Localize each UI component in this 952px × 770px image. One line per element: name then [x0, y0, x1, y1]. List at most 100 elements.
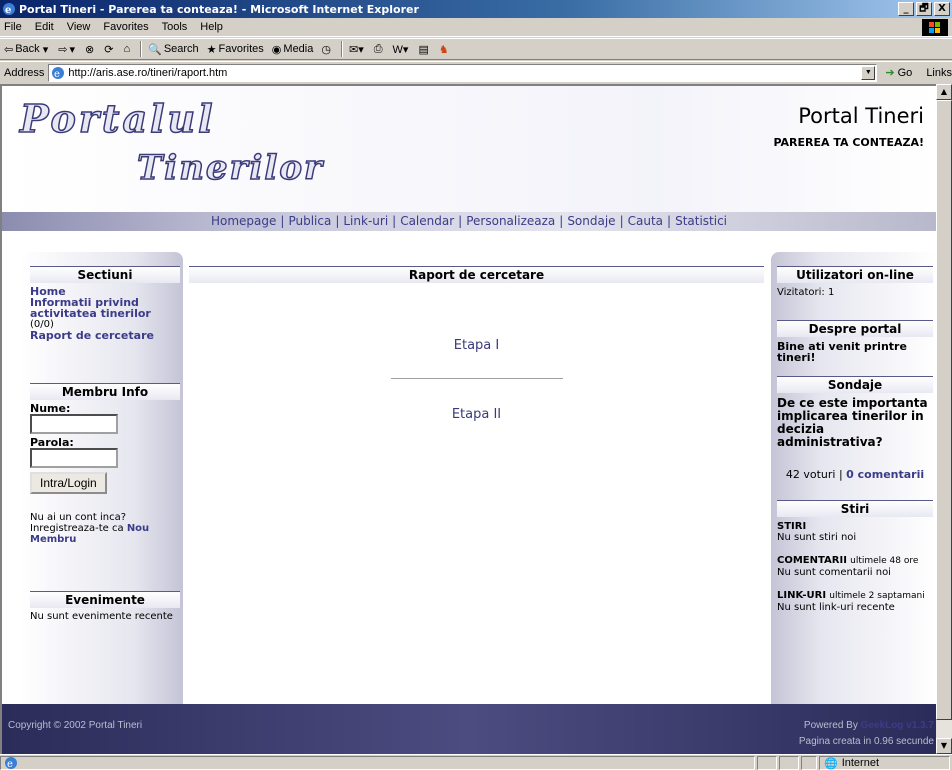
menu-favorites[interactable]: Favorites	[103, 21, 148, 33]
media-button[interactable]: ◉ Media	[272, 43, 314, 56]
visitors-count: Vizitatori: 1	[777, 287, 835, 298]
stage-1-link[interactable]: Etapa I	[189, 338, 764, 353]
windows-logo-icon	[922, 19, 948, 36]
poll-question[interactable]: De ce este importanta implicarea tineril…	[777, 397, 933, 449]
mail-icon: ✉▾	[348, 43, 364, 56]
browser-viewport: Portalul Tinerilor Portal Tineri PAREREA…	[0, 84, 936, 754]
window-titlebar: e Portal Tineri - Parerea ta conteaza! -…	[0, 0, 952, 18]
section-raport-link[interactable]: Raport de cercetare	[30, 330, 180, 341]
events-text: Nu sunt evenimente recente	[30, 611, 173, 622]
name-label: Nume:	[30, 402, 71, 415]
go-button[interactable]: ➔ Go	[885, 66, 912, 80]
toolbar-separator	[340, 41, 343, 57]
nav-cauta[interactable]: Cauta	[628, 214, 663, 228]
menu-tools[interactable]: Tools	[162, 21, 188, 33]
nav-publica[interactable]: Publica	[288, 214, 331, 228]
messenger-button[interactable]: ♞	[439, 43, 451, 56]
nav-sondaje[interactable]: Sondaje	[567, 214, 615, 228]
member-title: Membru Info	[30, 383, 180, 400]
messenger-icon: ♞	[438, 43, 449, 56]
online-title: Utilizatori on-line	[777, 266, 933, 283]
menu-view[interactable]: View	[67, 21, 91, 33]
close-button[interactable]: X	[934, 2, 950, 16]
favorites-button[interactable]: ★ Favorites	[207, 43, 264, 56]
menu-file[interactable]: File	[4, 21, 22, 33]
logo-line-2[interactable]: Tinerilor	[136, 147, 324, 189]
status-cell	[779, 756, 799, 770]
stop-button[interactable]: ⊗	[85, 43, 96, 56]
nav-statistici[interactable]: Statistici	[675, 214, 727, 228]
status-cell	[757, 756, 777, 770]
forward-button[interactable]: ⇨ ▾	[58, 43, 77, 56]
nav-homepage[interactable]: Homepage	[211, 214, 276, 228]
left-sidebar: Sectiuni Home Informatii privind activit…	[20, 252, 183, 704]
stiri-label: STIRI	[777, 521, 807, 532]
refresh-button[interactable]: ⟳	[104, 43, 115, 56]
edit-button[interactable]: W▾	[393, 43, 411, 56]
address-bar: Address e http://aris.ase.ro/tineri/rapo…	[0, 61, 952, 83]
restore-button[interactable]: 🗗	[916, 2, 932, 16]
discuss-icon: ▤	[418, 43, 429, 56]
dropdown-icon: ▾	[39, 43, 49, 56]
search-button[interactable]: 🔍 Search	[148, 43, 199, 56]
news-block: Stiri STIRI Nu sunt stiri noi COMENTARII…	[777, 500, 933, 613]
back-arrow-icon: ⇦	[4, 43, 14, 56]
refresh-icon: ⟳	[104, 43, 114, 56]
go-arrow-icon: ➔	[885, 67, 895, 79]
menu-edit[interactable]: Edit	[35, 21, 54, 33]
content-title: Raport de cercetare	[189, 266, 764, 283]
poll-comments-link[interactable]: 0 comentarii	[846, 468, 924, 481]
main-content: Raport de cercetare Etapa I Etapa II	[189, 266, 764, 422]
web-page: Portalul Tinerilor Portal Tineri PAREREA…	[2, 86, 936, 754]
nav-link-uri[interactable]: Link-uri	[343, 214, 388, 228]
minimize-button[interactable]: _	[898, 2, 914, 16]
history-button[interactable]: ◷	[321, 43, 333, 56]
browser-toolbar: ⇦ Back ▾ ⇨ ▾ ⊗ ⟳ ⌂ 🔍 Search ★ Favorites ◉ Med…	[0, 38, 952, 60]
scroll-up-icon[interactable]: ▲	[936, 84, 952, 100]
forward-arrow-icon: ⇨	[58, 43, 68, 56]
stiri-text: Nu sunt stiri noi	[777, 532, 857, 543]
nav-personalizeaza[interactable]: Personalizeaza	[466, 214, 555, 228]
address-input[interactable]: e http://aris.ase.ro/tineri/raport.htm ▼	[48, 63, 878, 82]
password-input[interactable]	[30, 448, 118, 468]
stage-2-link[interactable]: Etapa II	[189, 407, 764, 422]
comments-text: Nu sunt comentarii noi	[777, 567, 891, 578]
back-button[interactable]: ⇦ Back ▾	[4, 43, 50, 56]
history-icon: ◷	[321, 43, 331, 56]
register-text: Nu ai un cont inca? Inregistreaza-te ca …	[30, 512, 150, 545]
home-button[interactable]: ⌂	[123, 43, 132, 55]
print-button[interactable]: ⎙	[374, 43, 385, 56]
status-zone: 🌐 Internet	[819, 756, 950, 770]
comments-heading: COMENTARII ultimele 48 ore	[777, 555, 919, 566]
nav-calendar[interactable]: Calendar	[400, 214, 454, 228]
discuss-button[interactable]: ▤	[418, 43, 430, 56]
menu-bar: File Edit View Favorites Tools Help	[0, 18, 952, 37]
status-cell	[801, 756, 817, 770]
scroll-down-icon[interactable]: ▼	[936, 738, 952, 754]
sections-block: Sectiuni Home Informatii privind activit…	[30, 266, 180, 341]
page-icon: e	[52, 66, 65, 80]
poll-block: Sondaje De ce este importanta implicarea…	[777, 376, 933, 480]
media-icon: ◉	[271, 43, 282, 56]
address-dropdown-icon[interactable]: ▼	[861, 65, 876, 80]
section-info-link[interactable]: Informatii privind activitatea tinerilor	[30, 297, 180, 319]
vertical-scrollbar[interactable]: ▲ ▼	[936, 84, 952, 754]
window-title: Portal Tineri - Parerea ta conteaza! - M…	[19, 2, 419, 16]
search-icon: 🔍	[148, 43, 162, 56]
menu-help[interactable]: Help	[200, 21, 223, 33]
site-slogan: PAREREA TA CONTEAZA!	[773, 136, 924, 149]
about-block: Despre portal Bine ati venit printre tin…	[777, 320, 933, 363]
links-button[interactable]: Links	[926, 67, 952, 79]
site-header: Portalul Tinerilor Portal Tineri PAREREA…	[2, 86, 936, 212]
logo-line-1[interactable]: Portalul	[19, 95, 216, 142]
password-label: Parola:	[30, 436, 74, 449]
name-input[interactable]	[30, 414, 118, 434]
scroll-thumb[interactable]	[936, 100, 952, 720]
sections-title: Sectiuni	[30, 266, 180, 283]
poll-stats: 42 voturi | 0 comentarii	[785, 468, 925, 481]
svg-text:e: e	[5, 5, 11, 16]
geeklog-link[interactable]: GeekLog v1.3.7	[861, 720, 934, 731]
events-title: Evenimente	[30, 591, 180, 608]
login-button[interactable]: Intra/Login	[30, 472, 107, 494]
mail-button[interactable]: ✉▾	[349, 43, 366, 56]
